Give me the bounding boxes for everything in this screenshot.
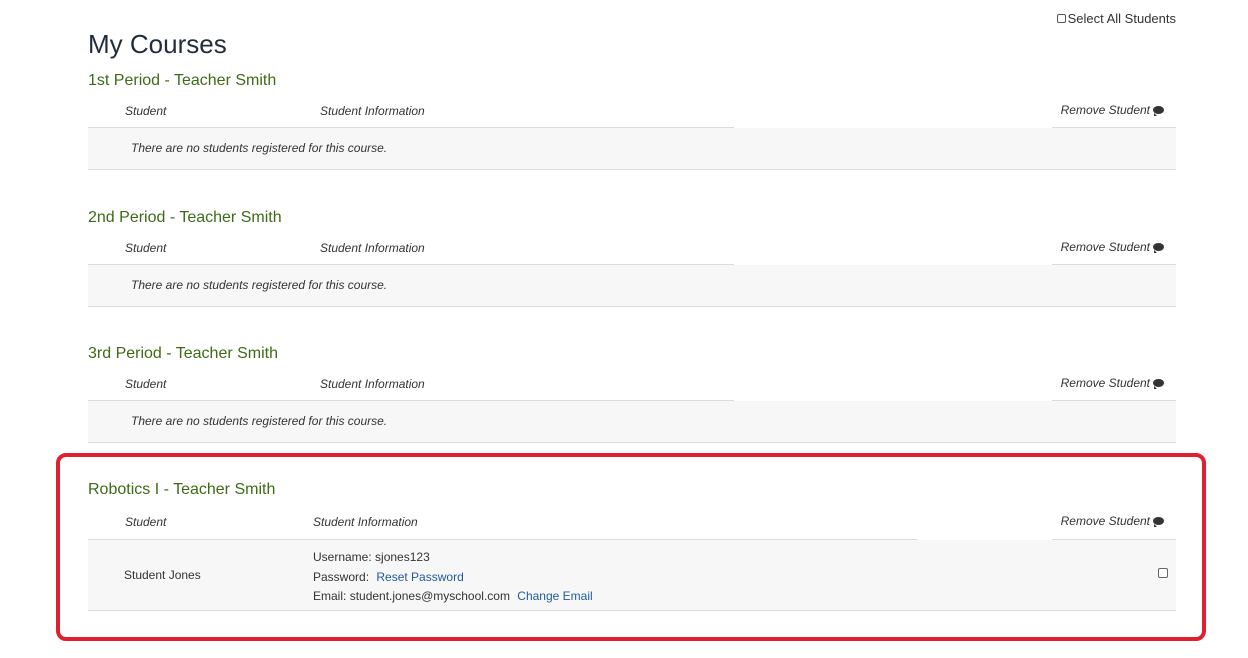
remove-student-label: Remove Student <box>1060 376 1150 390</box>
empty-message: There are no students registered for thi… <box>131 414 388 428</box>
remove-student-checkbox[interactable] <box>1158 568 1168 578</box>
comment-icon[interactable] <box>1153 379 1164 389</box>
course-section: 3rd Period - Teacher Smith Student Stude… <box>88 343 1176 443</box>
table-header: Student Student Information Remove Stude… <box>88 365 1176 401</box>
email-value: student.jones@myschool.com <box>349 589 510 603</box>
remove-student-label: Remove Student <box>1060 103 1150 117</box>
username-line: Username: sjones123 <box>313 548 593 568</box>
course-title: 2nd Period - Teacher Smith <box>88 209 282 226</box>
course-title: 1st Period - Teacher Smith <box>88 72 277 89</box>
column-student-information: Student Information <box>320 104 425 118</box>
column-student: Student <box>125 377 167 391</box>
course-section: 1st Period - Teacher Smith Student Stude… <box>88 70 1176 170</box>
change-email-link[interactable]: Change Email <box>517 589 592 603</box>
course-section: Robotics I - Teacher Smith Student Stude… <box>88 479 1176 611</box>
page: Select All Students My Courses 1st Perio… <box>0 0 1248 658</box>
select-all-label: Select All Students <box>1067 11 1176 26</box>
column-remove-student: Remove Student <box>1061 240 1164 254</box>
empty-message: There are no students registered for thi… <box>131 278 388 292</box>
empty-message: There are no students registered for thi… <box>131 141 388 155</box>
password-line: Password: Reset Password <box>313 568 593 588</box>
reset-password-link[interactable]: Reset Password <box>376 570 463 584</box>
column-remove-student: Remove Student <box>1061 514 1164 528</box>
table-header: Student Student Information Remove Stude… <box>88 229 1176 265</box>
email-label: Email: <box>313 589 347 603</box>
remove-student-label: Remove Student <box>1060 514 1150 528</box>
course-title: Robotics I - Teacher Smith <box>88 481 276 498</box>
table-row: Student Jones Username: sjones123 Passwo… <box>88 540 1176 611</box>
comment-icon[interactable] <box>1153 243 1164 253</box>
remove-student-label: Remove Student <box>1060 240 1150 254</box>
column-remove-student: Remove Student <box>1061 103 1164 117</box>
column-student-information: Student Information <box>320 377 425 391</box>
comment-icon[interactable] <box>1153 106 1164 116</box>
column-student-information: Student Information <box>320 241 425 255</box>
table-header: Student Student Information Remove Stude… <box>88 501 1176 540</box>
course-section: 2nd Period - Teacher Smith Student Stude… <box>88 207 1176 307</box>
empty-row: There are no students registered for thi… <box>88 401 1176 443</box>
comment-icon[interactable] <box>1153 517 1164 527</box>
column-student: Student <box>125 515 167 529</box>
student-info: Username: sjones123 Password: Reset Pass… <box>313 548 593 607</box>
email-line: Email: student.jones@myschool.com Change… <box>313 587 593 607</box>
page-title: My Courses <box>88 29 227 59</box>
select-all-students[interactable]: Select All Students <box>1056 11 1176 26</box>
column-remove-student: Remove Student <box>1061 376 1164 390</box>
username-value: sjones123 <box>375 550 430 564</box>
select-all-checkbox[interactable] <box>1056 14 1066 23</box>
table-header: Student Student Information Remove Stude… <box>88 92 1176 128</box>
empty-row: There are no students registered for thi… <box>88 265 1176 307</box>
empty-row: There are no students registered for thi… <box>88 128 1176 170</box>
column-student: Student <box>125 241 167 255</box>
course-title: 3rd Period - Teacher Smith <box>88 345 279 362</box>
student-name: Student Jones <box>124 568 201 582</box>
password-label: Password: <box>313 569 370 584</box>
column-student-information: Student Information <box>313 515 418 529</box>
column-student: Student <box>125 104 167 118</box>
username-label: Username: <box>313 550 372 564</box>
